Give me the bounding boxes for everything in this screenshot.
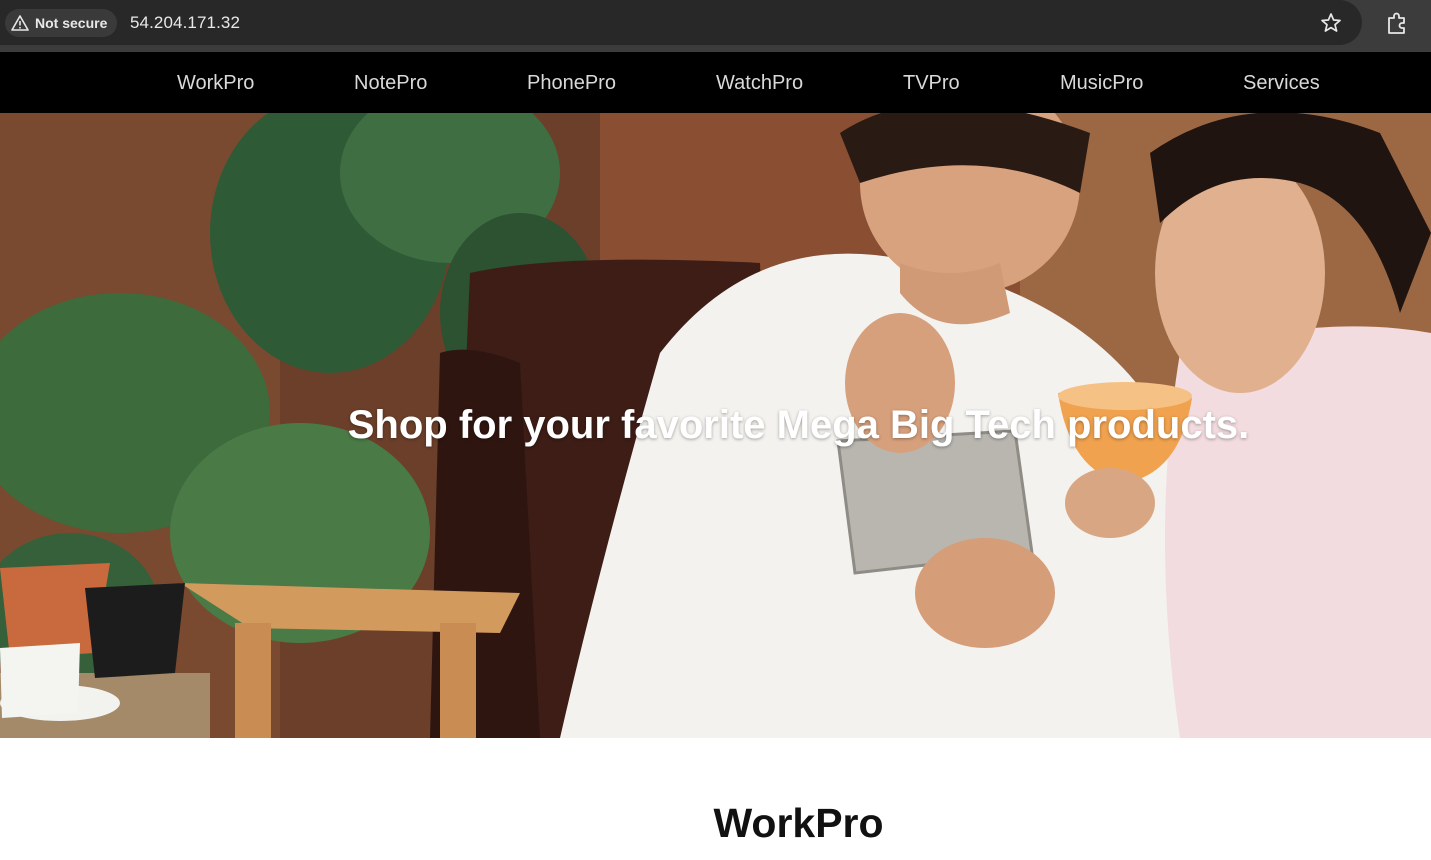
nav-link-musicpro[interactable]: MusicPro (1060, 72, 1143, 95)
hero-headline: Shop for your favorite Mega Big Tech pro… (347, 403, 1250, 447)
section-title: WorkPro (713, 800, 884, 846)
warning-icon (11, 15, 29, 31)
nav-link-services[interactable]: Services (1243, 72, 1320, 95)
nav-link-workpro[interactable]: WorkPro (177, 72, 254, 95)
browser-toolbar: Not secure 54.204.171.32 (0, 0, 1431, 52)
url-text[interactable]: 54.204.171.32 (130, 13, 240, 33)
bookmark-star-icon[interactable] (1319, 11, 1343, 35)
hero-banner: Shop for your favorite Mega Big Tech pro… (0, 113, 1431, 738)
address-bar[interactable]: Not secure 54.204.171.32 (0, 0, 1362, 45)
nav-link-tvpro[interactable]: TVPro (903, 72, 960, 95)
nav-link-watchpro[interactable]: WatchPro (716, 72, 803, 95)
nav-link-phonepro[interactable]: PhonePro (527, 72, 616, 95)
nav-link-notepro[interactable]: NotePro (354, 72, 427, 95)
main-navigation: WorkPro NotePro PhonePro WatchPro TVPro … (0, 52, 1431, 113)
security-label: Not secure (35, 15, 108, 31)
extensions-puzzle-icon[interactable] (1384, 10, 1410, 36)
security-indicator[interactable]: Not secure (5, 9, 118, 37)
toolbar-divider (0, 45, 1431, 52)
